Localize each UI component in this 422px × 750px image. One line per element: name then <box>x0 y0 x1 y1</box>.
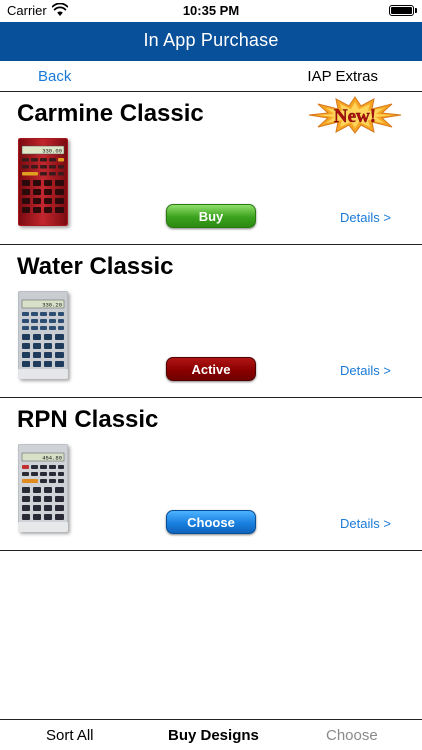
svg-text:330.00: 330.00 <box>42 148 62 155</box>
status-bar: Carrier 10:35 PM <box>0 0 422 22</box>
back-button[interactable]: Back <box>38 68 71 85</box>
new-badge: New! <box>308 96 402 134</box>
buy-button[interactable]: Buy <box>166 204 256 228</box>
details-link[interactable]: Details > <box>340 516 391 531</box>
product-row-carmine: Carmine Classic New! 330.00 Buy Details … <box>0 92 422 245</box>
details-link[interactable]: Details > <box>340 363 391 378</box>
choose-button[interactable]: Choose <box>166 510 256 534</box>
bottom-tab-bar: Sort All Buy Designs Choose <box>0 719 422 750</box>
product-title: RPN Classic <box>17 406 159 433</box>
title-bar: In App Purchase <box>0 22 422 61</box>
status-time: 10:35 PM <box>182 3 240 18</box>
product-row-rpn: RPN Classic 454.80 Choose Details > <box>0 398 422 551</box>
svg-text:330.20: 330.20 <box>42 302 62 309</box>
details-link[interactable]: Details > <box>340 210 391 225</box>
tab-choose[interactable]: Choose <box>326 727 378 744</box>
product-title: Water Classic <box>17 253 174 280</box>
product-title: Carmine Classic <box>17 100 204 127</box>
svg-text:454.80: 454.80 <box>42 455 62 462</box>
battery-icon <box>389 5 414 16</box>
product-row-water: Water Classic 330.20 Active Details > <box>0 245 422 398</box>
active-button[interactable]: Active <box>166 357 256 381</box>
battery-cap <box>415 8 417 13</box>
nav-row: Back IAP Extras <box>0 61 422 92</box>
tab-buy-designs[interactable]: Buy Designs <box>168 727 259 744</box>
nav-section-label: IAP Extras <box>307 68 378 85</box>
carmine-calculator-thumbnail: 330.00 <box>18 138 68 226</box>
page-title: In App Purchase <box>143 30 279 50</box>
tab-sort-all[interactable]: Sort All <box>46 727 94 744</box>
water-calculator-thumbnail: 330.20 <box>18 291 68 379</box>
new-badge-text: New! <box>334 106 376 127</box>
rpn-calculator-thumbnail: 454.80 <box>18 444 68 532</box>
